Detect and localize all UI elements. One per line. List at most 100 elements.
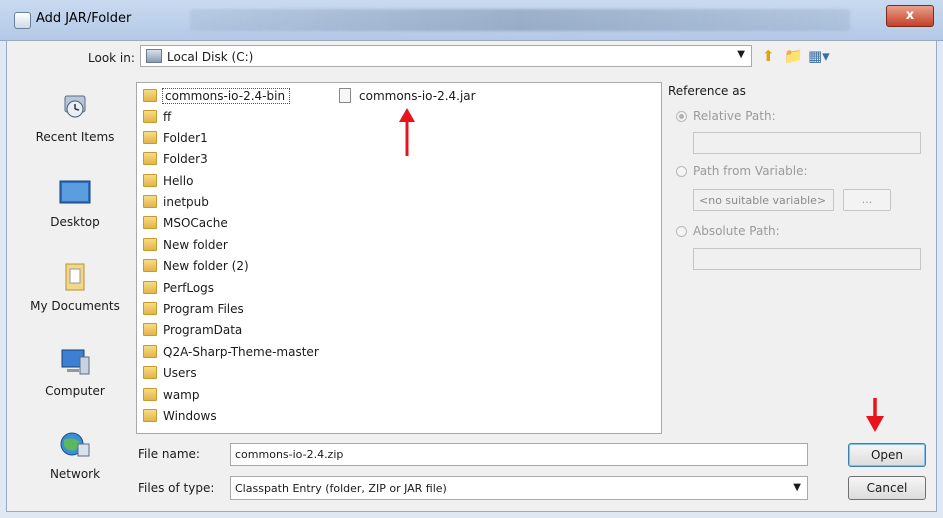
open-button[interactable]: Open — [848, 443, 926, 467]
annotation-arrow-down-icon — [866, 398, 884, 432]
absolute-path-label: Absolute Path: — [693, 224, 780, 238]
list-item-folder[interactable]: commons-io-2.4-bin — [143, 86, 291, 106]
new-folder-icon[interactable]: 📁 — [784, 47, 803, 65]
list-item-jar[interactable]: commons-io-2.4.jar — [339, 86, 476, 106]
my-documents-icon — [65, 263, 85, 291]
reference-as-label: Reference as — [668, 84, 746, 98]
radio-icon — [676, 226, 687, 237]
files-of-type-combo[interactable]: Classpath Entry (folder, ZIP or JAR file… — [230, 476, 808, 500]
folder-icon — [143, 195, 157, 208]
files-of-type-value: Classpath Entry (folder, ZIP or JAR file… — [235, 482, 447, 495]
look-in-label: Look in: — [88, 51, 135, 65]
java-window-icon — [14, 12, 31, 29]
list-item-label: Q2A-Sharp-Theme-master — [163, 345, 319, 359]
folder-icon — [143, 302, 157, 315]
list-item-folder[interactable]: Hello — [143, 171, 193, 191]
folder-icon — [143, 281, 157, 294]
path-from-variable-radio[interactable]: Path from Variable: — [676, 164, 808, 178]
variable-browse-button[interactable]: ... — [843, 189, 891, 211]
list-item-folder[interactable]: Folder1 — [143, 128, 208, 148]
list-item-label: commons-io-2.4-bin — [161, 88, 291, 104]
folder-icon — [143, 89, 157, 102]
list-item-label: inetpub — [163, 195, 209, 209]
file-name-label: File name: — [138, 447, 200, 461]
list-item-label: commons-io-2.4.jar — [359, 89, 476, 103]
close-button[interactable]: x — [886, 5, 934, 27]
desktop-icon — [59, 180, 91, 204]
look-in-combo[interactable]: Local Disk (C:) ▼ — [140, 45, 752, 67]
folder-icon — [143, 345, 157, 358]
place-label: Desktop — [50, 215, 100, 229]
place-label: Recent Items — [35, 130, 115, 144]
list-item-label: Windows — [163, 409, 217, 423]
jar-file-icon — [339, 88, 351, 103]
list-item-folder[interactable]: wamp — [143, 385, 199, 405]
list-item-folder[interactable]: MSOCache — [143, 213, 228, 233]
variable-combo[interactable]: <no suitable variable> — [693, 189, 834, 211]
list-item-label: ProgramData — [163, 323, 243, 337]
chevron-down-icon: ▼ — [793, 482, 801, 493]
computer-icon — [61, 349, 90, 375]
relative-path-radio[interactable]: Relative Path: — [676, 109, 776, 123]
folder-icon — [143, 238, 157, 251]
list-item-label: New folder — [163, 238, 228, 252]
blurred-background-toolbar — [190, 9, 850, 31]
list-item-label: Folder3 — [163, 152, 208, 166]
list-item-folder[interactable]: inetpub — [143, 192, 209, 212]
folder-icon — [143, 152, 157, 165]
chevron-down-icon: ▼ — [737, 49, 745, 60]
relative-path-label: Relative Path: — [693, 109, 776, 123]
list-item-label: wamp — [163, 388, 200, 402]
up-one-level-icon[interactable]: ⬆ — [762, 47, 775, 65]
annotation-arrow-up-icon — [399, 108, 415, 156]
files-of-type-label: Files of type: — [138, 481, 215, 495]
folder-icon — [143, 259, 157, 272]
list-item-label: Hello — [163, 174, 194, 188]
cancel-button[interactable]: Cancel — [848, 476, 926, 500]
radio-selected-icon — [676, 111, 687, 122]
list-item-folder[interactable]: ff — [143, 107, 171, 127]
list-item-folder[interactable]: PerfLogs — [143, 278, 214, 298]
network-icon — [60, 432, 90, 457]
place-label: My Documents — [30, 299, 120, 313]
recent-items-icon — [64, 95, 86, 118]
look-in-value: Local Disk (C:) — [167, 50, 254, 64]
folder-icon — [143, 409, 157, 422]
local-disk-icon — [146, 49, 162, 63]
list-item-folder[interactable]: Q2A-Sharp-Theme-master — [143, 342, 319, 362]
place-computer[interactable]: Computer — [22, 347, 128, 398]
folder-icon — [143, 110, 157, 123]
absolute-path-radio[interactable]: Absolute Path: — [676, 224, 780, 238]
list-item-folder[interactable]: New folder (2) — [143, 256, 249, 276]
list-item-label: Folder1 — [163, 131, 208, 145]
list-item-folder[interactable]: Program Files — [143, 299, 244, 319]
view-menu-icon[interactable]: ▦▾ — [808, 47, 830, 65]
place-desktop[interactable]: Desktop — [22, 178, 128, 229]
folder-icon — [143, 131, 157, 144]
relative-path-field[interactable] — [693, 132, 921, 154]
file-name-input[interactable]: commons-io-2.4.zip — [230, 443, 808, 466]
list-item-folder[interactable]: Windows — [143, 406, 217, 426]
folder-icon — [143, 366, 157, 379]
list-item-folder[interactable]: Users — [143, 363, 197, 383]
list-item-label: Users — [163, 366, 197, 380]
list-item-label: Program Files — [163, 302, 244, 316]
absolute-path-field[interactable] — [693, 248, 921, 270]
folder-icon — [143, 323, 157, 336]
list-item-folder[interactable]: ProgramData — [143, 320, 242, 340]
folder-icon — [143, 388, 157, 401]
list-item-folder[interactable]: Folder3 — [143, 149, 208, 169]
place-label: Computer — [45, 384, 105, 398]
list-item-label: ff — [163, 110, 172, 124]
path-from-variable-label: Path from Variable: — [693, 164, 808, 178]
place-network[interactable]: Network — [22, 430, 128, 481]
folder-icon — [143, 216, 157, 229]
list-item-label: MSOCache — [163, 216, 228, 230]
place-recent-items[interactable]: Recent Items — [22, 93, 128, 144]
list-item-folder[interactable]: New folder — [143, 235, 228, 255]
list-item-label: New folder (2) — [163, 259, 249, 273]
place-label: Network — [49, 467, 101, 481]
radio-icon — [676, 166, 687, 177]
list-item-label: PerfLogs — [163, 281, 215, 295]
place-my-documents[interactable]: My Documents — [22, 262, 128, 313]
